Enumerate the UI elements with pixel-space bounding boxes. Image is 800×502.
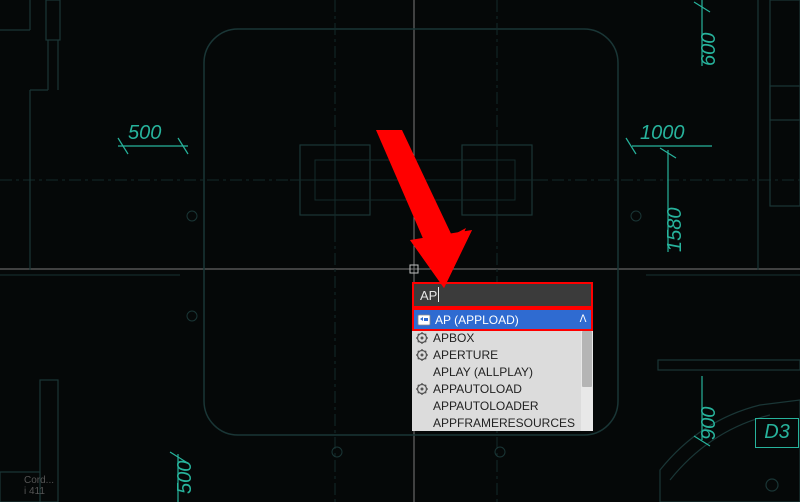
scrollbar-thumb[interactable] [582, 331, 592, 387]
cad-canvas[interactable] [0, 0, 800, 502]
coord-badge: Cord... i 411 [24, 475, 54, 497]
command-input-wrap [412, 282, 593, 308]
suggestion-label: APERTURE [433, 348, 591, 362]
gear-icon [415, 382, 429, 396]
suggestion-appframeresources[interactable]: APPFRAMERESOURCES ᐯ [412, 414, 593, 431]
suggestion-aperture[interactable]: APERTURE [412, 346, 593, 363]
blank-icon [415, 365, 429, 379]
suggestion-label: APPFRAMERESOURCES [433, 416, 579, 430]
command-suggestion-list: APBOX APERTURE APLAY (ALLPLAY) APPAUTOLO… [412, 329, 593, 431]
suggestion-appautoloader[interactable]: APPAUTOLOADER [412, 397, 593, 414]
suggestion-label: APBOX [433, 331, 591, 345]
suggestion-scrollbar[interactable] [581, 329, 593, 431]
suggestion-label: AP (APPLOAD) [435, 313, 577, 327]
gear-icon [415, 331, 429, 345]
suggestion-appautoload[interactable]: APPAUTOLOAD [412, 380, 593, 397]
suggestion-label: APPAUTOLOAD [433, 382, 591, 396]
suggestion-apbox[interactable]: APBOX [412, 329, 593, 346]
command-suggestion-highlighted-wrap: AP (APPLOAD) ᐱ [412, 308, 593, 331]
blank-icon [415, 399, 429, 413]
chevron-up-icon[interactable]: ᐱ [577, 314, 589, 325]
gear-icon [415, 348, 429, 362]
text-caret [438, 287, 439, 302]
suggestion-label: APPAUTOLOADER [433, 399, 591, 413]
command-input[interactable] [414, 284, 591, 306]
appload-icon [417, 313, 431, 327]
suggestion-aplay[interactable]: APLAY (ALLPLAY) [412, 363, 593, 380]
blank-icon [415, 416, 429, 430]
suggestion-ap-appload[interactable]: AP (APPLOAD) ᐱ [414, 310, 591, 329]
suggestion-label: APLAY (ALLPLAY) [433, 365, 591, 379]
